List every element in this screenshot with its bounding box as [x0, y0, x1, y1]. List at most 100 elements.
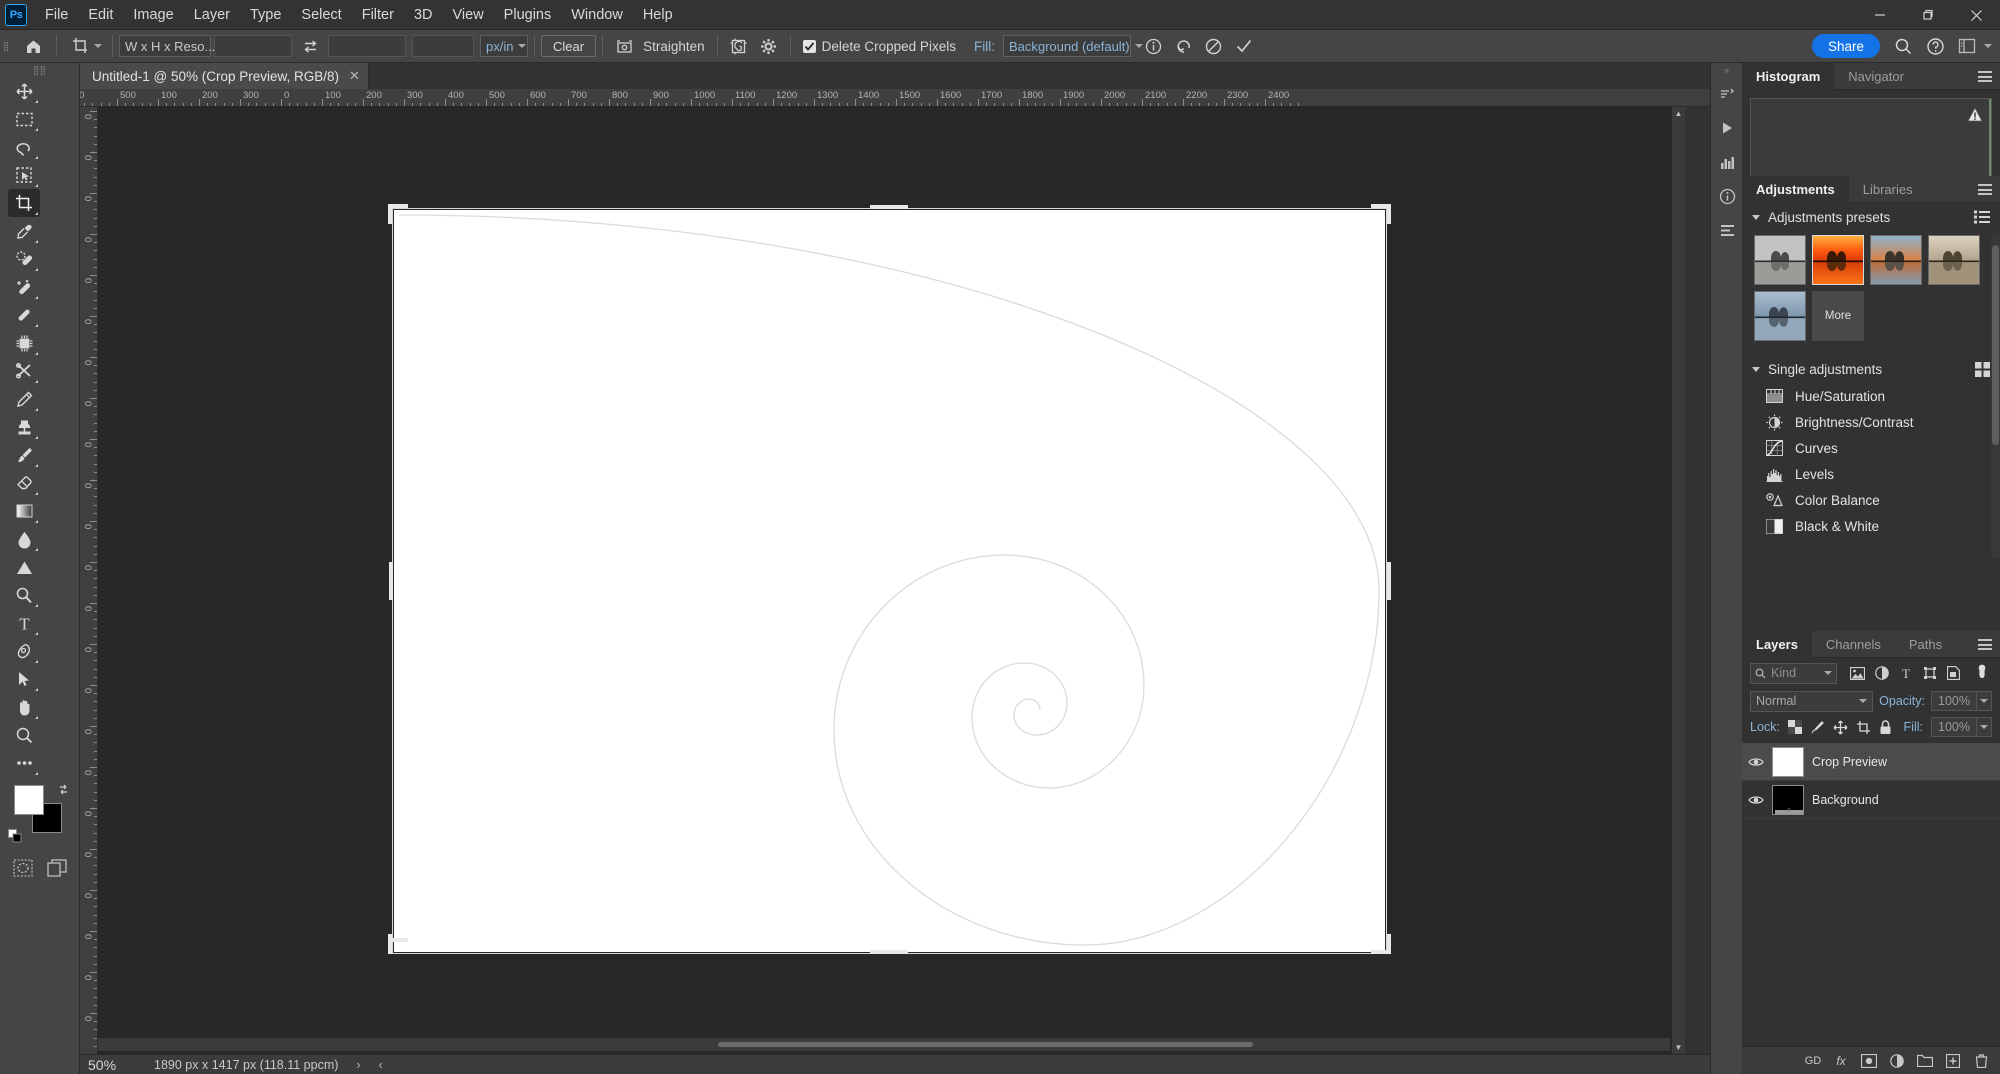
link-layers-button[interactable]: GD [1804, 1052, 1822, 1070]
more-presets-button[interactable]: More [1812, 291, 1864, 341]
clear-button[interactable]: Clear [541, 35, 597, 57]
delete-cropped-pixels-checkbox[interactable]: Delete Cropped Pixels [802, 39, 956, 54]
fill-select[interactable]: Background (default) [1002, 35, 1143, 57]
blur-tool[interactable] [8, 525, 40, 553]
workspace-icon[interactable] [1952, 33, 1982, 59]
path-selection-tool[interactable] [8, 665, 40, 693]
gradient-tool[interactable] [8, 497, 40, 525]
rail-item-motion[interactable] [1711, 77, 1743, 111]
brush-tool[interactable] [8, 441, 40, 469]
spot-healing-brush-tool[interactable] [8, 245, 40, 273]
pen-tool[interactable] [8, 637, 40, 665]
layer-style-button[interactable]: fx [1832, 1052, 1850, 1070]
scroll-up-arrow-icon[interactable]: ▲ [1672, 107, 1685, 120]
layer-mask-button[interactable] [1860, 1052, 1878, 1070]
canvas-horizontal-scrollbar[interactable] [98, 1038, 1670, 1051]
cancel-icon[interactable] [1199, 33, 1229, 59]
move-tool[interactable] [8, 77, 40, 105]
grid-view-icon[interactable] [1975, 361, 1990, 377]
filter-smart-object-icon[interactable] [1943, 663, 1964, 684]
lock-transparent-icon[interactable] [1787, 720, 1802, 734]
resolution-unit-select[interactable]: px/in [480, 35, 528, 57]
adjustment-layer-button[interactable] [1888, 1052, 1906, 1070]
document-tab[interactable]: Untitled-1 @ 50% (Crop Preview, RGB/8) ✕ [80, 63, 369, 89]
lasso-tool[interactable] [8, 133, 40, 161]
dodge-tool[interactable] [8, 553, 40, 581]
swap-colors-icon[interactable] [57, 783, 70, 796]
tab-channels[interactable]: Channels [1812, 631, 1895, 658]
adjustment-levels[interactable]: Levels [1742, 461, 2000, 487]
preset-warm-sunset[interactable] [1812, 235, 1864, 285]
chevron-left-icon[interactable]: ‹ [379, 1058, 383, 1072]
single-adjustments-header[interactable]: Single adjustments [1742, 355, 2000, 383]
menu-window[interactable]: Window [561, 4, 633, 26]
crop-tool[interactable] [8, 189, 40, 217]
rail-grip[interactable]: » [1711, 63, 1742, 77]
blend-mode-select[interactable]: Normal [1750, 690, 1874, 712]
healing-brush-tool[interactable] [8, 273, 40, 301]
tab-paths[interactable]: Paths [1895, 631, 1956, 658]
commit-checkmark-icon[interactable] [1229, 33, 1259, 59]
rail-item-info[interactable] [1711, 179, 1743, 213]
type-tool[interactable]: T [8, 609, 40, 637]
adjustment-black-white[interactable]: Black & White [1742, 513, 2000, 539]
scrollbar-thumb[interactable] [718, 1042, 1253, 1047]
layer-visibility-icon[interactable] [1748, 756, 1764, 768]
crop-ratio-select[interactable]: W x H x Reso... [119, 35, 229, 57]
filter-shape-icon[interactable] [1919, 663, 1940, 684]
menu-view[interactable]: View [443, 4, 494, 26]
adjustments-presets-header[interactable]: Adjustments presets [1742, 203, 2000, 231]
crop-handle-top-center[interactable] [870, 205, 908, 209]
panel-menu-icon[interactable] [1978, 184, 1992, 198]
table-row[interactable]: Crop Preview [1742, 743, 2000, 781]
menu-file[interactable]: File [35, 4, 78, 26]
lock-all-icon[interactable] [1879, 719, 1892, 735]
object-selection-tool[interactable] [8, 161, 40, 189]
scrollbar-thumb[interactable] [1992, 245, 1999, 445]
new-group-button[interactable] [1916, 1052, 1934, 1070]
menu-filter[interactable]: Filter [352, 4, 404, 26]
hand-tool[interactable] [8, 693, 40, 721]
layer-thumbnail[interactable] [1772, 746, 1804, 777]
crop-handle-bottom-center[interactable] [870, 950, 908, 954]
adjustment-brightness-contrast[interactable]: Brightness/Contrast [1742, 409, 2000, 435]
clone-stamp-tool[interactable] [8, 357, 40, 385]
adjustment-color-balance[interactable]: Color Balance [1742, 487, 2000, 513]
close-icon[interactable] [1952, 0, 2000, 30]
horizontal-ruler[interactable]: 0 500 100 200 300 0 100 200 300 400 500 600 700 800 90… [80, 89, 1710, 107]
straighten-label[interactable]: Straighten [643, 39, 705, 54]
layer-name[interactable]: Background [1812, 793, 1879, 807]
search-icon[interactable] [1888, 33, 1918, 59]
pencil-tool[interactable] [8, 385, 40, 413]
tab-adjustments[interactable]: Adjustments [1742, 175, 1849, 203]
crop-handle-top-left-v[interactable] [388, 204, 392, 224]
panel-menu-icon[interactable] [1978, 71, 1992, 85]
adjustments-scrollbar[interactable] [1991, 235, 2000, 558]
preset-blue[interactable] [1754, 291, 1806, 341]
close-icon[interactable]: ✕ [349, 68, 360, 84]
preset-bw[interactable] [1754, 235, 1806, 285]
rail-item-actions[interactable] [1711, 213, 1743, 247]
edit-toolbar-button[interactable] [8, 749, 40, 777]
lock-position-icon[interactable] [1833, 720, 1848, 735]
opacity-stepper[interactable] [1977, 691, 1992, 711]
filter-type-icon[interactable]: T [1895, 663, 1916, 684]
filter-adjustment-icon[interactable] [1871, 663, 1892, 684]
screen-mode-icon[interactable] [46, 859, 67, 893]
new-layer-button[interactable] [1944, 1052, 1962, 1070]
preset-sepia[interactable] [1928, 235, 1980, 285]
filter-toggle-icon[interactable] [1971, 663, 1992, 684]
burn-tool[interactable] [8, 581, 40, 609]
menu-select[interactable]: Select [291, 4, 351, 26]
gear-icon[interactable] [754, 33, 784, 59]
lock-artboard-icon[interactable] [1856, 720, 1871, 735]
default-colors-icon[interactable] [7, 829, 22, 843]
layer-name[interactable]: Crop Preview [1812, 755, 1887, 769]
options-bar-grip[interactable]: ⣿ [0, 30, 12, 63]
warning-triangle-icon[interactable] [1967, 107, 1983, 122]
layer-filter-kind-select[interactable]: Kind [1750, 662, 1837, 684]
crop-handle-top-right-v[interactable] [1387, 204, 1391, 224]
scroll-down-arrow-icon[interactable]: ▼ [1672, 1041, 1685, 1054]
rail-item-histogram[interactable] [1711, 145, 1743, 179]
zoom-level[interactable]: 50% [88, 1057, 116, 1073]
